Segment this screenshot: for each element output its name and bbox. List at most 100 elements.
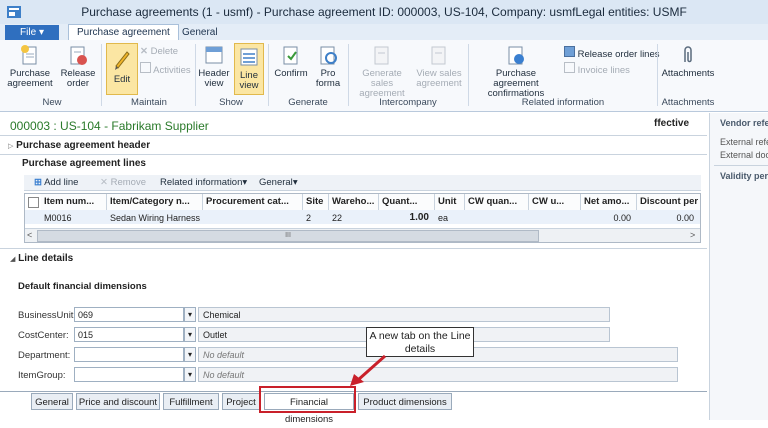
- activities-button[interactable]: Activities: [140, 62, 191, 76]
- group-separator: [195, 44, 196, 106]
- select-all-checkbox[interactable]: [28, 197, 39, 208]
- window-title: Purchase agreements (1 - usmf) - Purchas…: [81, 5, 687, 19]
- tab-general[interactable]: General: [31, 393, 73, 410]
- cell-unit[interactable]: ea: [435, 211, 465, 225]
- column-header[interactable]: Quant...: [379, 194, 435, 210]
- column-header[interactable]: Net amo...: [581, 194, 637, 210]
- group-label-maintain: Maintain: [131, 97, 167, 108]
- business-unit-field[interactable]: 069: [74, 307, 184, 322]
- group-label-intercompany: Intercompany: [379, 97, 437, 108]
- default-financial-dimensions-title: Default financial dimensions: [18, 281, 147, 292]
- delete-label: Delete: [150, 46, 179, 57]
- tab-project[interactable]: Project: [222, 393, 260, 410]
- generate-sales-label: Generate sales agreement: [359, 68, 405, 99]
- business-unit-label: BusinessUnit:: [18, 310, 77, 321]
- cell-item-number[interactable]: M0016: [41, 211, 107, 225]
- file-label: File: [20, 27, 37, 38]
- confirmations-label: Purchase agreement confirmations: [487, 68, 545, 99]
- purchase-agreement-confirmations-button[interactable]: Purchase agreement confirmations: [472, 44, 560, 99]
- pro-forma-button[interactable]: Pro forma: [312, 44, 344, 89]
- cell-cw-quantity[interactable]: [465, 211, 529, 225]
- effective-label: ffective: [654, 118, 690, 129]
- column-header[interactable]: Wareho...: [329, 194, 379, 210]
- confirm-button[interactable]: Confirm: [272, 44, 310, 79]
- tab-price-and-discount[interactable]: Price and discount: [76, 393, 160, 410]
- release-order-button[interactable]: Release order: [58, 44, 98, 89]
- cell-procurement-category[interactable]: [203, 211, 303, 225]
- item-group-field[interactable]: [74, 367, 184, 382]
- group-separator: [348, 44, 349, 106]
- tab-fulfillment[interactable]: Fulfillment: [163, 393, 219, 410]
- delete-button[interactable]: ✕ Delete: [140, 46, 178, 57]
- cell-net-amount[interactable]: 0.00: [581, 211, 637, 225]
- cell-site[interactable]: 2: [303, 211, 329, 225]
- related-information-menu[interactable]: Related information▾: [160, 177, 247, 188]
- tab-product-dimensions[interactable]: Product dimensions: [358, 393, 452, 410]
- lines-grid: Item num... Item/Category n... Procureme…: [24, 193, 701, 243]
- cost-center-label: CostCenter:: [18, 330, 69, 341]
- edit-button[interactable]: Edit: [106, 43, 138, 95]
- external-reference-label: External refe: [720, 137, 768, 147]
- header-section-toggle[interactable]: ▷ Purchase agreement header: [8, 140, 150, 151]
- cell-quantity[interactable]: 1.00: [379, 211, 435, 225]
- header-view-button[interactable]: Header view: [198, 44, 230, 89]
- group-separator: [101, 44, 102, 106]
- column-header[interactable]: Discount per: [637, 194, 700, 210]
- line-details-title: Line details: [18, 253, 74, 264]
- business-unit-description: Chemical: [198, 307, 610, 322]
- file-menu-button[interactable]: File ▾: [5, 25, 59, 40]
- line-view-button[interactable]: Line view: [234, 43, 264, 95]
- chevron-right-icon: ▷: [8, 143, 14, 150]
- horizontal-scrollbar[interactable]: < III >: [25, 228, 700, 242]
- chevron-down-icon[interactable]: ▾: [184, 307, 196, 322]
- tab-purchase-agreement[interactable]: Purchase agreement: [68, 24, 179, 41]
- cell-cw-unit[interactable]: [529, 211, 581, 225]
- group-label-attachments: Attachments: [661, 97, 715, 108]
- divider: [0, 154, 707, 155]
- cell-discount-percent[interactable]: 0.00: [637, 211, 700, 225]
- delete-icon: ✕: [140, 46, 148, 57]
- paperclip-icon: [684, 46, 692, 63]
- chevron-down-icon[interactable]: ▾: [184, 367, 196, 382]
- ribbon-tab-strip: File ▾ Purchase agreement General: [0, 24, 768, 41]
- item-group-label: ItemGroup:: [18, 370, 66, 381]
- cost-center-field[interactable]: 015: [74, 327, 184, 342]
- department-field[interactable]: [74, 347, 184, 362]
- column-header[interactable]: CW quan...: [465, 194, 529, 210]
- chevron-down-icon[interactable]: ▾: [184, 327, 196, 342]
- group-label-show: Show: [219, 97, 243, 108]
- cell-item-name[interactable]: Sedan Wiring Harness: [107, 211, 203, 225]
- tab-general[interactable]: General: [174, 25, 226, 40]
- purchase-agreement-label: Purchase agreement: [7, 68, 53, 89]
- release-order-lines-button[interactable]: Release order lines: [564, 46, 660, 60]
- scrollbar-thumb[interactable]: III: [37, 230, 539, 242]
- line-details-toggle[interactable]: ◢ Line details: [10, 253, 73, 264]
- column-header[interactable]: Unit: [435, 194, 465, 210]
- line-view-label: Line view: [239, 70, 259, 91]
- invoice-lines-button[interactable]: Invoice lines: [564, 62, 630, 76]
- validity-period-title: Validity peri: [720, 171, 768, 181]
- column-header[interactable]: CW u...: [529, 194, 581, 210]
- chevron-down-icon: ◢: [10, 256, 16, 263]
- column-header[interactable]: Item/Category n...: [107, 194, 203, 210]
- release-order-label: Release order: [60, 68, 96, 89]
- line-view-icon: [240, 48, 258, 66]
- generate-sales-agreement-button[interactable]: Generate sales agreement: [352, 44, 412, 99]
- confirm-document-icon: [283, 46, 298, 65]
- column-header[interactable]: Item num...: [41, 194, 107, 210]
- divider: [714, 165, 768, 166]
- general-menu[interactable]: General▾: [259, 177, 298, 188]
- column-header[interactable]: Procurement cat...: [203, 194, 303, 210]
- cell-warehouse[interactable]: 22: [329, 211, 379, 225]
- chevron-down-icon[interactable]: ▾: [184, 347, 196, 362]
- ribbon: Purchase agreement Release order New Edi…: [0, 40, 768, 112]
- attachments-button[interactable]: Attachments: [660, 44, 716, 79]
- scroll-left-icon[interactable]: <: [27, 230, 32, 240]
- scroll-right-icon[interactable]: >: [690, 230, 695, 240]
- column-header[interactable]: Site: [303, 194, 329, 210]
- view-sales-agreement-button[interactable]: View sales agreement: [414, 44, 464, 89]
- vendor-reference-title: Vendor refe: [720, 118, 768, 128]
- add-line-button[interactable]: ⊞ Add line: [34, 177, 78, 188]
- remove-button[interactable]: ✕ Remove: [100, 177, 146, 188]
- purchase-agreement-button[interactable]: Purchase agreement: [6, 44, 54, 89]
